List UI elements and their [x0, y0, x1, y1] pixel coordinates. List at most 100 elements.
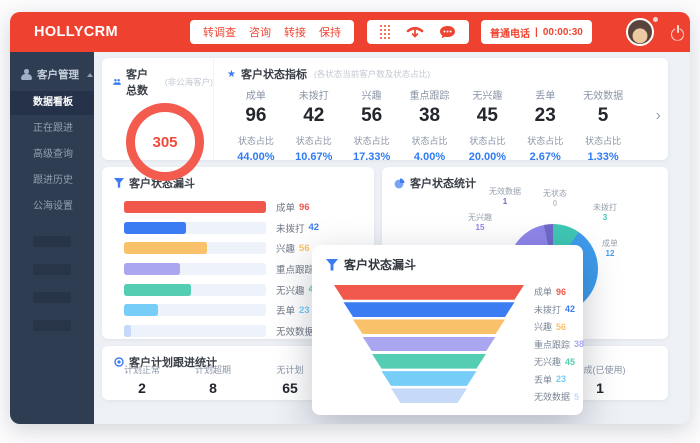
- plan-label: 计划正常: [124, 363, 160, 376]
- sidebar-item[interactable]: 公海设置: [10, 195, 94, 219]
- funnel-bar-track: [124, 222, 266, 234]
- customer-total-value: 305: [152, 134, 177, 151]
- status-metric-columns: 成单 96 状态占比 44.00% 未拨打 42 状态占比 10.67% 兴趣 …: [227, 87, 660, 163]
- phone-tools-group: [367, 20, 469, 44]
- funnel-legend-value: 5: [574, 392, 579, 402]
- funnel-bar-label: 重点跟踪: [276, 262, 314, 276]
- ratio-value: 4.00%: [401, 151, 459, 163]
- app-window: HOLLYCRM 转调查咨询转接保持 普通电话 | 00:: [10, 12, 690, 424]
- status-value: 23: [516, 105, 574, 127]
- funnel-legend-row: 无兴趣 45: [534, 355, 584, 368]
- star-icon: ★: [227, 69, 236, 80]
- funnel-bar: [124, 263, 180, 275]
- status-metric-column: 兴趣 56 状态占比 17.33%: [343, 87, 401, 163]
- ratio-value: 20.00%: [458, 151, 516, 163]
- call-action-button[interactable]: 保持: [319, 24, 341, 40]
- funnel-bar-label: 丢单: [276, 303, 295, 317]
- pie-label: 无兴趣15: [458, 213, 502, 234]
- ratio-label: 状态占比: [458, 134, 516, 147]
- status-label: 成单: [227, 87, 285, 102]
- status-label: 无效数据: [574, 87, 632, 102]
- funnel-bar: [124, 304, 158, 316]
- presence-dot: [653, 17, 658, 22]
- ratio-label: 状态占比: [343, 134, 401, 147]
- funnel-segment: [334, 337, 524, 352]
- funnel-bar-value: 42: [309, 222, 320, 233]
- card-subtitle: (各状态当前客户数及状态占比): [314, 68, 430, 80]
- funnel-legend-value: 45: [565, 357, 575, 367]
- call-action-button[interactable]: 咨询: [249, 24, 271, 40]
- status-metric-column: 重点跟踪 38 状态占比 4.00%: [401, 87, 459, 163]
- modal-title: 客户状态漏斗: [344, 256, 416, 273]
- funnel-legend-row: 未拨打 42: [534, 303, 584, 316]
- funnel-modal: 客户状态漏斗 成单 96 未拨打 42 兴趣 56 重点跟踪 38 无兴趣 45…: [312, 245, 583, 415]
- power-icon[interactable]: [670, 25, 685, 40]
- sidebar-group-customer-management[interactable]: 客户管理: [10, 52, 94, 91]
- call-actions-group: 转调查咨询转接保持: [190, 20, 354, 44]
- customer-icon: [21, 69, 32, 80]
- chevron-up-icon: [87, 70, 93, 77]
- funnel-legend-value: 96: [556, 287, 566, 297]
- funnel-segment: [334, 302, 524, 317]
- ratio-label: 状态占比: [227, 134, 285, 147]
- sidebar-item[interactable]: 高级查询: [10, 143, 94, 167]
- funnel-legend-row: 重点跟踪 38: [534, 338, 584, 351]
- ratio-value: 44.00%: [227, 151, 285, 163]
- funnel-legend-label: 未拨打: [534, 303, 561, 316]
- call-timer: 00:00:30: [543, 27, 583, 38]
- status-label: 无兴趣: [458, 87, 516, 102]
- call-action-button[interactable]: 转调查: [203, 24, 236, 40]
- card-subtitle: (非公海客户): [165, 76, 213, 88]
- funnel-bar: [124, 222, 186, 234]
- funnel-bar: [124, 284, 191, 296]
- card-title: 客户状态指标: [241, 66, 307, 82]
- sidebar-item[interactable]: 正在跟进: [10, 117, 94, 141]
- funnel-bar-track: [124, 304, 266, 316]
- user-avatar[interactable]: [626, 18, 654, 46]
- funnel-bar-label: 成单: [276, 200, 295, 214]
- funnel-legend-row: 无效数据 5: [534, 390, 584, 403]
- funnel-legend-value: 38: [574, 339, 584, 349]
- ratio-label: 状态占比: [574, 134, 632, 147]
- funnel-legend-label: 无兴趣: [534, 355, 561, 368]
- hangup-phone-icon[interactable]: [406, 25, 424, 40]
- funnel-bar-track: [124, 284, 266, 296]
- funnel-legend-label: 兴趣: [534, 320, 552, 333]
- call-action-button[interactable]: 转接: [284, 24, 306, 40]
- plan-value: 8: [195, 380, 231, 396]
- call-status-display: 普通电话 | 00:00:30: [481, 20, 592, 44]
- sidebar-item[interactable]: 跟进历史: [10, 169, 94, 193]
- status-metric-column: 丢单 23 状态占比 2.67%: [516, 87, 574, 163]
- ratio-value: 10.67%: [285, 151, 343, 163]
- ratio-label: 状态占比: [285, 134, 343, 147]
- funnel-bar-label: 未拨打: [276, 221, 305, 235]
- funnel-icon: [326, 259, 338, 271]
- plan-value: 65: [276, 380, 303, 396]
- status-label: 未拨打: [285, 87, 343, 102]
- status-value: 45: [458, 105, 516, 127]
- sidebar-item[interactable]: 数据看板: [10, 91, 94, 115]
- funnel-legend-row: 成单 96: [534, 285, 584, 298]
- sidebar: 客户管理 数据看板正在跟进高级查询跟进历史公海设置: [10, 52, 94, 424]
- funnel-legend-label: 丢单: [534, 373, 552, 386]
- funnel-bar-track: [124, 325, 266, 337]
- card-title: 客户总数: [126, 66, 158, 98]
- status-metric-column: 成单 96 状态占比 44.00%: [227, 87, 285, 163]
- pie-label: 未拨打3: [583, 203, 627, 224]
- funnel-segment: [334, 388, 524, 403]
- funnel-bar-value: 56: [299, 243, 310, 254]
- plan-metric-column: 无计划 65: [276, 363, 303, 396]
- status-label: 重点跟踪: [401, 87, 459, 102]
- ratio-label: 状态占比: [401, 134, 459, 147]
- status-label: 兴趣: [343, 87, 401, 102]
- funnel-segment: [334, 319, 524, 334]
- chat-icon[interactable]: [439, 25, 456, 40]
- sidebar-group-label: 客户管理: [37, 67, 79, 82]
- dialpad-icon[interactable]: [380, 25, 391, 40]
- chevron-right-icon[interactable]: ›: [656, 108, 661, 124]
- funnel-bar-label: 无兴趣: [276, 283, 305, 297]
- funnel-legend-value: 56: [556, 322, 566, 332]
- target-icon: [114, 357, 124, 367]
- funnel-segment: [334, 354, 524, 369]
- ratio-label: 状态占比: [516, 134, 574, 147]
